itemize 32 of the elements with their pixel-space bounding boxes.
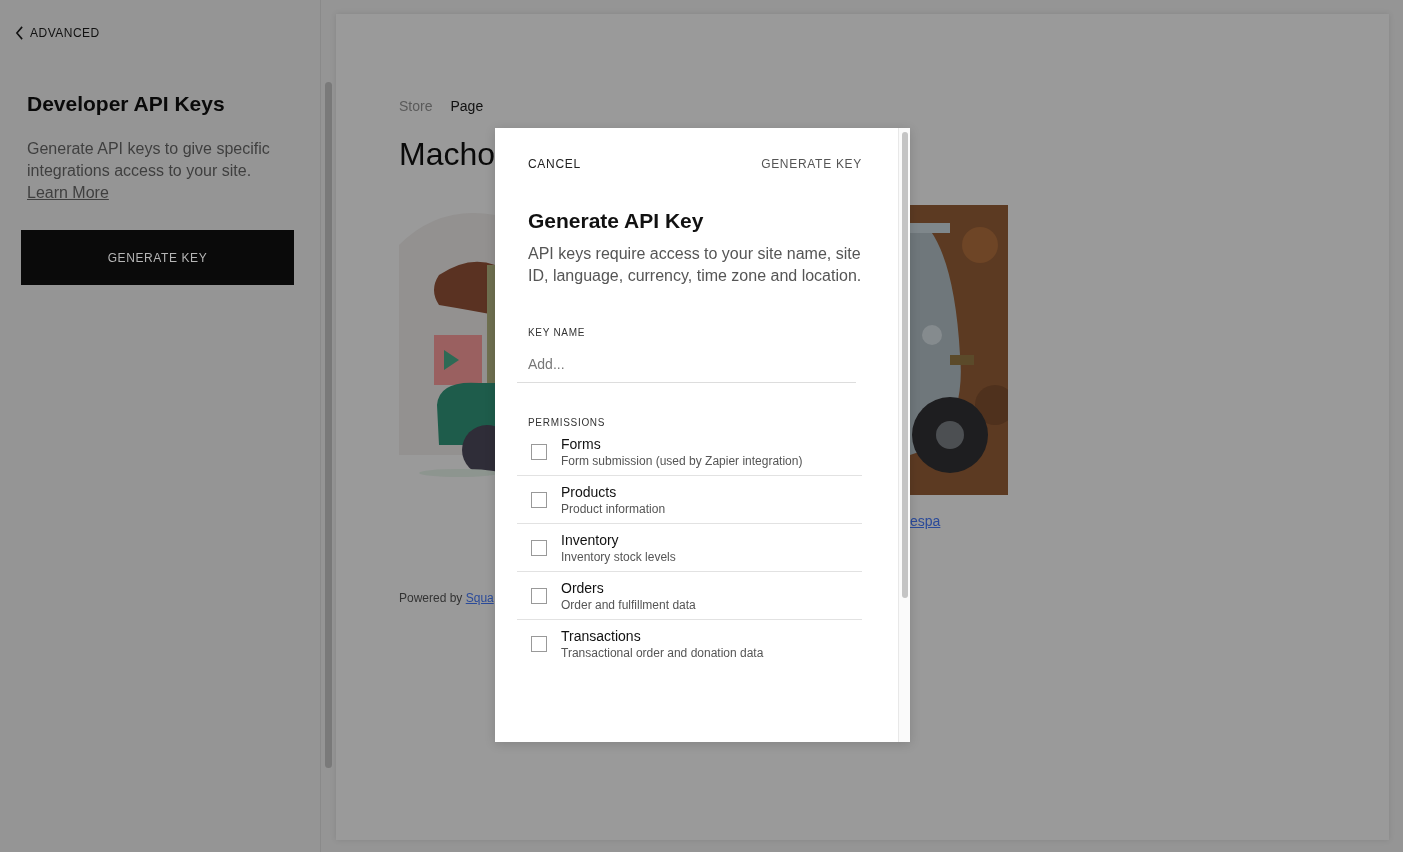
permission-name: Inventory — [561, 532, 620, 548]
section-label: PERMISSIONS — [528, 417, 607, 428]
footer-text: Powered by — [399, 591, 463, 605]
permission-name: Products — [561, 484, 618, 500]
breadcrumb-link[interactable]: Page — [450, 98, 484, 114]
checkbox[interactable] — [531, 444, 547, 460]
scrollbar-thumb[interactable] — [901, 132, 908, 598]
permission-name: Transactions — [561, 628, 642, 644]
checkbox[interactable] — [531, 492, 547, 508]
permission-name: Orders — [561, 580, 605, 596]
panel-description: Generate API keys to give specific integrations access to your site. — [27, 139, 271, 181]
scrollbar-thumb[interactable] — [325, 82, 332, 768]
generate-key-button[interactable]: GENERATE KEY — [761, 157, 862, 171]
page-title: Macho — [399, 136, 496, 173]
checkbox[interactable] — [531, 636, 547, 652]
dialog-title: Generate API Key — [528, 209, 705, 233]
dialog-description: API keys require access to your site name, site ID, language, currency, time zone and location. — [528, 244, 862, 286]
checkbox[interactable] — [531, 540, 547, 556]
generate-key-button[interactable]: GENERATE KEY — [21, 230, 294, 285]
checkbox[interactable] — [531, 588, 547, 604]
chevron-left-icon — [15, 26, 24, 40]
permission-description: Product information — [561, 502, 666, 516]
permission-description: Transactional order and donation data — [561, 646, 764, 660]
permission-description: Form submission (used by Zapier integration) — [561, 454, 803, 468]
permission-name: Forms — [561, 436, 602, 452]
field-label: KEY NAME — [528, 327, 587, 338]
permission-description: Order and fulfillment data — [561, 598, 696, 612]
learn-more-link[interactable]: Learn More — [27, 182, 109, 204]
back-link[interactable]: ADVANCED — [15, 26, 293, 40]
cancel-button[interactable]: CANCEL — [528, 157, 581, 171]
permission-description: Inventory stock levels — [561, 550, 676, 564]
panel-title: Developer API Keys — [27, 92, 226, 116]
